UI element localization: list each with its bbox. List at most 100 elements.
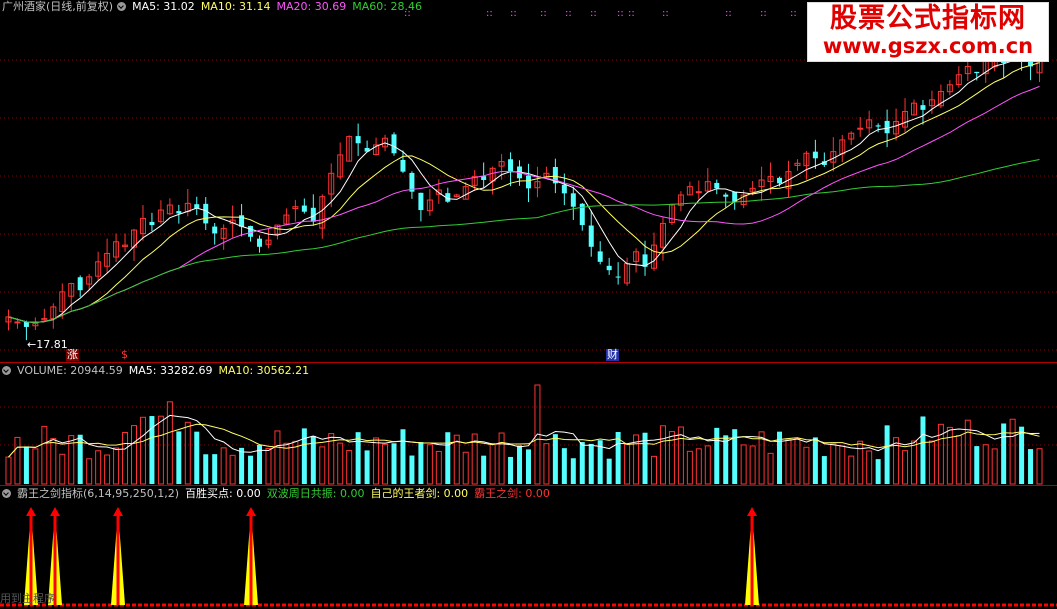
candle-body [714,182,720,189]
volume-bar [570,458,576,484]
volume-bar [265,447,272,485]
volume-bar [337,442,344,485]
top-dot-marker: :: [662,8,669,19]
volume-bar [391,443,397,484]
volume-bar [59,453,66,485]
candle-body [561,184,567,194]
volume-bar [453,434,460,485]
volume-bar [166,401,173,485]
candle-body [257,238,263,247]
volume-bar [911,440,917,485]
volume-bar [212,454,218,484]
volume-bar [740,444,747,485]
volume-bar [543,443,550,485]
volume-bar [767,452,774,485]
signal-arrow [50,507,60,516]
top-dot-marker: :: [590,8,597,19]
candle-body [812,151,818,159]
volume-bar [624,443,631,485]
candle-body [355,136,361,144]
volume-pane: VOLUME: 20944.59 MA5: 33282.69 MA10: 30562… [0,363,1057,485]
candle-body [14,321,21,324]
volume-bar [651,455,657,485]
top-dot-marker: :: [565,8,572,19]
volume-bar [23,446,29,484]
volume-bar [974,446,980,484]
volume-bar [579,442,585,484]
candle-body [723,194,729,197]
volume-bar [409,455,415,484]
volume-bar [301,428,307,484]
candle-body [176,211,182,214]
candle-body [212,226,218,234]
volume-bar [991,448,998,485]
marker-dollar[interactable]: $ [121,349,128,361]
volume-bar [848,455,855,485]
volume-bar [355,432,361,484]
volume-bar [866,450,873,485]
volume-bar [946,426,953,485]
top-dot-marker: :: [486,8,493,19]
top-dot-marker: :: [617,8,624,19]
volume-bar [875,459,881,484]
signal-arrow [747,507,757,516]
ma5-line [8,57,1040,323]
volume-bar [723,435,729,484]
volume-bar [462,451,469,485]
indicator-chart[interactable] [0,486,1057,609]
volume-bar [489,443,496,485]
volume-bar [1028,449,1034,484]
top-dot-marker: :: [725,8,732,19]
candle-body [875,125,881,127]
volume-bar [274,430,281,485]
watermark-logo: 股票公式指标网 www.gszx.com.cn [807,2,1049,62]
marker-zhang[interactable]: 涨 [66,349,79,361]
candle-body [777,177,783,184]
volume-bar [857,440,864,485]
candle-body [23,321,29,327]
signal-arrow [26,507,36,516]
top-dot-marker: :: [628,8,635,19]
volume-bar [364,450,370,484]
low-price-label: ←17.81 [27,338,68,351]
volume-bar [184,421,191,485]
volume-bar [113,447,120,485]
volume-bar [14,436,21,485]
volume-bar [686,450,693,485]
volume-bar [346,450,353,485]
signal-arrow [246,507,256,516]
top-dot-marker: :: [540,8,547,19]
candle-body [203,203,209,224]
volume-bar [32,448,39,485]
volume-bar [714,427,720,484]
volume-chart[interactable] [0,363,1057,485]
volume-bar [928,440,935,485]
volume-bar [552,434,558,484]
candle-body [597,251,603,262]
indicator-pane: 霸王之剑指标(6,14,95,250,1,2) 百胜买点: 0.00 双波周日共振:… [0,486,1057,609]
volume-bar [794,438,801,485]
top-dot-marker: :: [760,8,767,19]
volume-bar [695,448,702,485]
volume-bar [588,443,594,484]
candle-body [77,277,83,291]
volume-bar [319,446,326,485]
volume-bar [1009,418,1016,485]
volume-bar [785,438,792,485]
volume-bar [229,454,236,485]
volume-bar [508,456,514,484]
ma10-line [8,62,1040,323]
volume-bar [659,425,666,485]
candle-body [695,191,702,194]
volume-bar [203,454,209,484]
volume-bar [803,446,810,485]
top-dot-marker: :: [510,8,517,19]
volume-bar [884,425,890,484]
volume-bar [400,429,406,484]
marker-cai[interactable]: 财 [606,349,619,361]
volume-bar [248,455,254,484]
volume-bar [1036,448,1043,485]
candle-body [418,192,424,211]
volume-bar [194,431,200,484]
top-dot-marker: :: [790,8,797,19]
